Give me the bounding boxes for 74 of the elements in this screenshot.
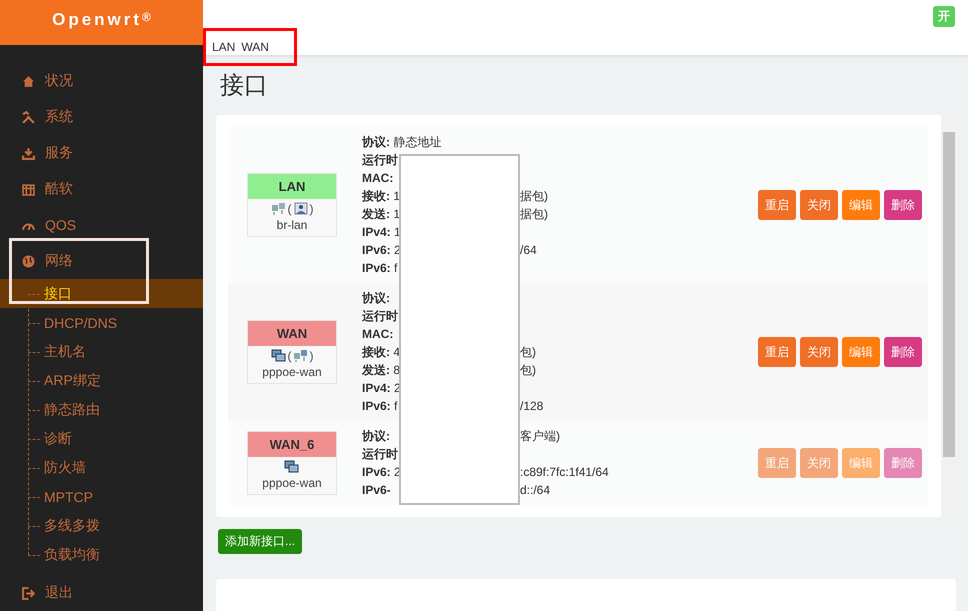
submenu-item[interactable]: 负载均衡 [0,540,203,569]
info-line: 接收: 4 [362,344,399,361]
info-line: 运行时 [362,152,399,169]
submenu-item[interactable]: 多线多拨 [0,511,203,540]
parenthesis: ( [288,349,292,364]
monitor-icon [270,349,286,364]
info-line: 运行时 [362,446,399,463]
info-line: 运行时 [362,308,399,325]
device-name: pppoe-wan [262,365,322,380]
breadcrumb-link[interactable]: LAN [212,40,236,54]
edit-button[interactable]: 编辑 [842,337,880,368]
restart-button[interactable]: 重启 [758,190,796,220]
add-interface-button[interactable]: 添加新接口... [218,529,302,554]
interface-name: WAN_6 [248,432,336,458]
info-value: 包) [520,362,536,379]
submenu-item[interactable]: 接口 [0,279,203,308]
parenthesis: ) [310,202,314,216]
submenu-item[interactable]: 静态路由 [0,395,203,424]
calendar-icon [22,182,35,196]
info-value: :c89f:7fc:1f41/64 [520,465,609,480]
info-value: d::/64 [520,483,550,498]
info-line: 协议: [362,428,391,445]
info-line: IPv6- [362,483,392,498]
sidebar-item[interactable]: 状况 [0,63,203,99]
info-line: 协议: 静态地址 [362,134,442,151]
sidebar-item[interactable]: 酷软 [0,171,203,207]
sidebar-item[interactable]: 退出 [0,575,203,611]
monitor-icon [284,460,300,474]
sidebar-item[interactable]: 服务 [0,135,203,171]
download-icon [22,146,35,160]
info-value: 据包) [520,188,548,205]
parenthesis: ( [288,202,292,216]
submenu-item[interactable]: 诊断 [0,424,203,453]
sidebar-item[interactable]: QOS [0,207,203,243]
submenu-item[interactable]: 防火墙 [0,453,203,482]
stop-button[interactable]: 关闭 [800,190,838,220]
network-icon [292,349,308,364]
info-line: MAC: [362,327,394,342]
home-icon [22,74,35,88]
page-title: 接口 [219,71,269,102]
info-value: 据包) [520,206,548,223]
brand-logo: Openwrt$^{®}$ [0,0,203,45]
submenu-item[interactable]: MPTCP [0,482,203,511]
submenu-item[interactable]: DHCP/DNS [0,308,203,337]
info-line: 接收: 1 [362,188,399,205]
info-value: /64 [520,243,537,258]
submenu-item[interactable]: 主机名 [0,337,203,366]
logout-icon [22,586,35,600]
restart-button[interactable]: 重启 [758,337,796,368]
user-icon [292,202,308,216]
globe-icon [22,254,35,268]
sidebar-item[interactable]: 网络 [0,243,203,279]
delete-button[interactable]: 删除 [884,337,922,368]
info-value: /128 [520,399,544,414]
info-value: 客户端) [520,428,560,445]
device-name: pppoe-wan [262,476,322,490]
info-line: 协议: [362,290,391,307]
edit-button[interactable]: 编辑 [842,190,880,220]
network-icon [270,202,286,216]
info-line: 发送: 1 [362,206,399,223]
submenu-item[interactable]: ARP绑定 [0,366,203,395]
info-line: IPv6: f [362,261,398,276]
info-value: 包) [520,344,536,361]
stop-button[interactable]: 关闭 [800,337,838,368]
interface-name: LAN [248,174,336,200]
status-badge: 开 [933,6,955,27]
info-line: IPv6: f [362,399,398,414]
breadcrumb-link[interactable]: WAN [241,40,269,54]
info-line: MAC: [362,171,394,186]
sidebar-item[interactable]: 系统 [0,99,203,135]
delete-button[interactable]: 删除 [884,190,922,220]
parenthesis: ) [310,349,314,364]
interface-name: WAN [248,321,336,346]
device-name: br-lan [276,218,308,232]
